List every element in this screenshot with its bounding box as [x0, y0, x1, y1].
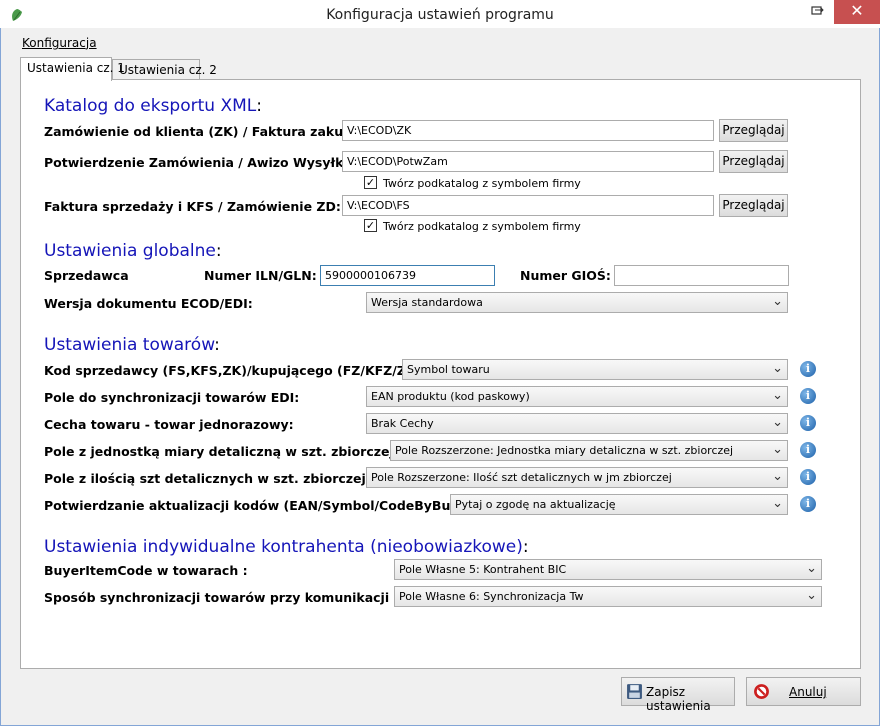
info-icon[interactable]: i: [800, 388, 816, 404]
one-time-feature-select[interactable]: Brak Cechy ⌄: [366, 413, 788, 434]
restore-icon: [810, 3, 824, 22]
tab-ustawienia-2[interactable]: Ustawienia cz. 2: [112, 59, 217, 80]
cancel-button[interactable]: Anuluj: [746, 677, 861, 706]
tab-label: Ustawienia cz. 1: [27, 61, 125, 75]
button-label: Przeglądaj: [722, 123, 785, 137]
zk-label: Zamówienie od klienta (ZK) / Faktura zak…: [44, 124, 366, 139]
fs-subfolder-checkbox[interactable]: ✓: [364, 219, 377, 232]
potw-path-input[interactable]: V:\ECOD\PotwZam: [342, 151, 714, 172]
fs-browse-button[interactable]: Przeglądaj: [719, 194, 788, 217]
button-label: Przeglądaj: [722, 154, 785, 168]
retail-qty-select[interactable]: Pole Rozszerzone: Ilość szt detalicznych…: [366, 467, 788, 488]
zk-browse-button[interactable]: Przeglądaj: [719, 119, 788, 142]
select-value: Symbol towaru: [407, 363, 490, 376]
section-title-contractor: Ustawienia indywidualne kontrahenta (nie…: [44, 537, 529, 557]
potw-subfolder-label: Twórz podkatalog z symbolem firmy: [383, 177, 581, 190]
info-icon[interactable]: i: [800, 415, 816, 431]
goods-row-label: Pole z ilością szt detalicznych w szt. z…: [44, 471, 371, 486]
tab-label: Ustawienia cz. 2: [119, 63, 217, 77]
chevron-down-icon: ⌄: [772, 496, 783, 511]
select-value: Wersja standardowa: [371, 296, 483, 309]
iln-input[interactable]: 5900000106739: [320, 265, 495, 286]
fs-label: Faktura sprzedaży i KFS / Zamówienie ZD:: [44, 199, 341, 214]
button-label: Zapisz ustawienia: [646, 685, 711, 713]
button-label: Przeglądaj: [722, 198, 785, 212]
potw-browse-button[interactable]: Przeglądaj: [719, 150, 788, 173]
select-value: Pytaj o zgodę na aktualizację: [455, 498, 616, 511]
select-value: Pole Własne 5: Kontrahent BIC: [399, 563, 567, 576]
sync-field-select[interactable]: EAN produktu (kod paskowy) ⌄: [366, 386, 788, 407]
fs-path-input[interactable]: V:\ECOD\FS: [342, 195, 714, 216]
goods-row-label: Potwierdzanie aktualizacji kodów (EAN/Sy…: [44, 498, 484, 513]
button-label: Anuluj: [789, 685, 827, 699]
gios-input[interactable]: [614, 265, 789, 286]
iln-label: Numer ILN/GLN:: [204, 268, 317, 283]
sync-method-select[interactable]: Pole Własne 6: Synchronizacja Tw ⌄: [394, 586, 822, 607]
chevron-down-icon: ⌄: [772, 415, 783, 430]
info-icon[interactable]: i: [800, 469, 816, 485]
goods-row-label: Cecha towaru - towar jednorazowy:: [44, 417, 294, 432]
info-icon[interactable]: i: [800, 442, 816, 458]
window-title: Konfiguracja ustawień programu: [326, 7, 554, 23]
chevron-down-icon: ⌄: [772, 442, 783, 457]
seller-code-select[interactable]: Symbol towaru ⌄: [402, 359, 788, 380]
select-value: Pole Rozszerzone: Ilość szt detalicznych…: [371, 471, 672, 484]
gios-label: Numer GIOŚ:: [520, 268, 611, 283]
contractor-row-label: Sposób synchronizacji towarów przy komun…: [44, 590, 423, 605]
chevron-down-icon: ⌄: [772, 361, 783, 376]
select-value: Pole Własne 6: Synchronizacja Tw: [399, 590, 584, 603]
info-icon[interactable]: i: [800, 361, 816, 377]
chevron-down-icon: ⌄: [772, 294, 783, 309]
save-button[interactable]: Zapisz ustawienia: [621, 677, 735, 713]
potw-subfolder-checkbox[interactable]: ✓: [364, 176, 377, 189]
menu-item-konfiguracja[interactable]: Konfiguracja: [22, 36, 97, 50]
chevron-down-icon: ⌄: [772, 388, 783, 403]
close-button[interactable]: ✕: [834, 0, 880, 24]
chevron-down-icon: ⌄: [806, 588, 817, 603]
no-entry-icon: [753, 683, 770, 703]
info-icon[interactable]: i: [800, 496, 816, 512]
select-value: Brak Cechy: [371, 417, 434, 430]
version-select[interactable]: Wersja standardowa ⌄: [366, 292, 788, 313]
section-title-export: Katalog do eksportu XML:: [44, 96, 262, 116]
restore-button[interactable]: [800, 0, 834, 24]
goods-row-label: Kod sprzedawcy (FS,KFS,ZK)/kupującego (F…: [44, 363, 427, 378]
version-label: Wersja dokumentu ECOD/EDI:: [44, 296, 253, 311]
close-icon: ✕: [850, 1, 864, 20]
seller-label: Sprzedawca: [44, 268, 129, 283]
zk-path-input[interactable]: V:\ECOD\ZK: [342, 120, 714, 141]
select-value: Pole Rozszerzone: Jednostka miary detali…: [395, 444, 734, 457]
goods-row-label: Pole z jednostką miary detaliczną w szt.…: [44, 444, 399, 459]
fs-subfolder-label: Twórz podkatalog z symbolem firmy: [383, 220, 581, 233]
buyer-item-code-select[interactable]: Pole Własne 5: Kontrahent BIC ⌄: [394, 559, 822, 580]
chevron-down-icon: ⌄: [772, 469, 783, 484]
goods-row-label: Pole do synchronizacji towarów EDI:: [44, 390, 300, 405]
potw-label: Potwierdzenie Zamówienia / Awizo Wysyłki…: [44, 155, 353, 170]
menu-label: Konfiguracja: [22, 36, 97, 50]
select-value: EAN produktu (kod paskowy): [371, 390, 530, 403]
section-title-goods: Ustawienia towarów:: [44, 335, 220, 355]
chevron-down-icon: ⌄: [806, 561, 817, 576]
tab-ustawienia-1[interactable]: Ustawienia cz. 1: [20, 57, 125, 81]
section-title-global: Ustawienia globalne:: [44, 241, 222, 261]
floppy-disk-icon: [626, 683, 643, 703]
code-update-confirm-select[interactable]: Pytaj o zgodę na aktualizację ⌄: [450, 494, 788, 515]
contractor-row-label: BuyerItemCode w towarach :: [44, 563, 248, 578]
retail-unit-select[interactable]: Pole Rozszerzone: Jednostka miary detali…: [390, 440, 788, 461]
